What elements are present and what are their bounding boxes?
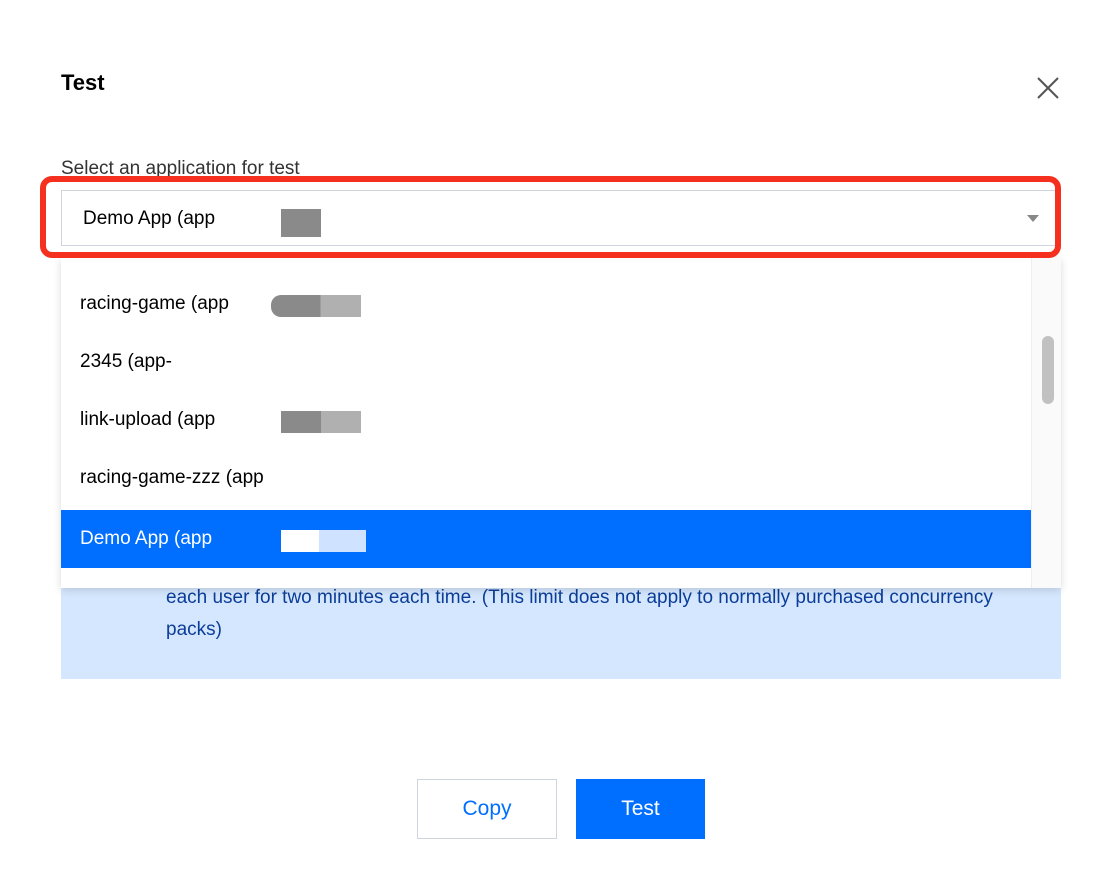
redacted-block — [281, 530, 366, 552]
scrollbar-thumb[interactable] — [1042, 336, 1054, 404]
option-racing-game[interactable]: racing-game (app — [61, 275, 1031, 333]
dialog-title: Test — [61, 70, 105, 95]
option-link-upload[interactable]: link-upload (app — [61, 391, 1031, 449]
field-label: Select an application for test — [61, 158, 300, 179]
option-label: racing-game (app — [80, 293, 229, 314]
option-2345[interactable]: 2345 (app- — [61, 333, 1031, 391]
test-dialog: Test Select an application for test Demo… — [0, 0, 1100, 881]
redacted-block — [271, 295, 361, 317]
application-select[interactable]: Demo App (app — [61, 190, 1058, 246]
redacted-block — [281, 411, 361, 433]
option-racing-game-zzz[interactable]: racing-game-zzz (app — [61, 449, 1031, 507]
option-demo-app[interactable]: Demo App (app — [61, 510, 1031, 568]
notice-text: each user for two minutes each time. (Th… — [166, 587, 993, 640]
copy-button[interactable]: Copy — [417, 779, 557, 839]
select-value: Demo App (app — [83, 208, 216, 229]
test-button[interactable]: Test — [576, 779, 705, 839]
option-label: link-upload (app — [80, 409, 216, 430]
option-label: 2345 (app- — [80, 351, 172, 372]
dropdown-list: racing-game (app 2345 (app- link-upload … — [61, 258, 1061, 588]
dropdown-scrollbar[interactable] — [1031, 258, 1061, 588]
redacted-block — [281, 209, 321, 237]
close-icon[interactable] — [1032, 72, 1064, 104]
chevron-down-icon[interactable] — [1027, 215, 1039, 222]
option-label: racing-game-zzz (app — [80, 467, 264, 488]
option-label: Demo App (app — [80, 528, 213, 549]
